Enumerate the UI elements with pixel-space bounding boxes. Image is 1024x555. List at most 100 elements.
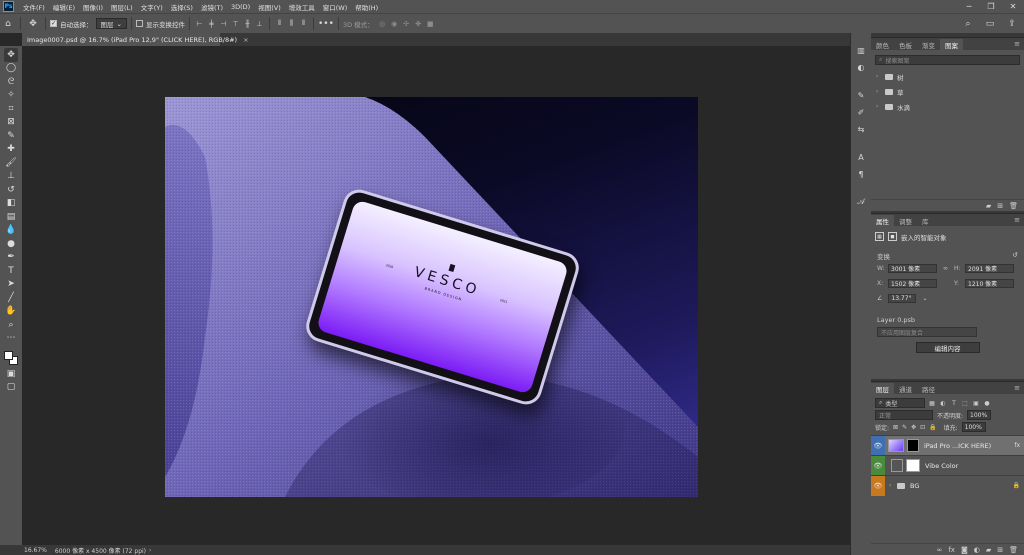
tab-layers[interactable]: 图层: [871, 383, 894, 394]
fill-input[interactable]: 100%: [961, 422, 986, 432]
lock-image-icon[interactable]: ✎: [902, 424, 907, 431]
new-layer-icon[interactable]: ⊞: [997, 546, 1003, 554]
tab-gradients[interactable]: 渐变: [917, 39, 940, 50]
panel-menu-icon[interactable]: ≡: [1014, 39, 1024, 50]
menu-filter[interactable]: 滤镜(T): [197, 2, 227, 12]
document-canvas[interactable]: 2020 VESCO 2021 BRAND DESIGN: [165, 97, 698, 497]
eye-icon[interactable]: 👁: [871, 455, 885, 476]
chevron-down-icon[interactable]: ⌄: [922, 295, 927, 302]
align-bottom-icon[interactable]: ⊥: [254, 18, 265, 29]
menu-layer[interactable]: 图层(L): [107, 2, 137, 12]
panel-menu-icon[interactable]: ≡: [1014, 215, 1024, 226]
color-swatches[interactable]: [2, 349, 20, 367]
workspace-icon[interactable]: ▭: [982, 16, 998, 32]
edit-contents-button[interactable]: 编辑内容: [915, 342, 980, 353]
pattern-folder-grass[interactable]: › 草: [871, 84, 1024, 99]
fx-badge[interactable]: fx: [1014, 442, 1020, 449]
layer-comp-select[interactable]: 不应用图层复合: [877, 327, 977, 337]
magic-wand-tool-icon[interactable]: ✧: [4, 89, 18, 103]
pattern-search-input[interactable]: ⌕ 搜索图案: [875, 55, 1020, 65]
menu-help[interactable]: 帮助(H): [351, 2, 382, 12]
status-menu-icon[interactable]: ›: [149, 547, 151, 554]
brush-settings-icon[interactable]: ✎: [854, 88, 868, 102]
document-tab[interactable]: Image0007.psd @ 16.7% (iPad Pro 12,9" (C…: [22, 33, 249, 46]
auto-select-dropdown[interactable]: 图层 ⌄: [95, 18, 127, 29]
align-right-icon[interactable]: ⊣: [218, 18, 229, 29]
tab-libraries[interactable]: 库: [917, 215, 934, 226]
blur-tool-icon[interactable]: 💧: [4, 224, 18, 238]
eraser-tool-icon[interactable]: ◧: [4, 197, 18, 211]
dodge-tool-icon[interactable]: ●: [4, 237, 18, 251]
character-panel-icon[interactable]: A: [854, 150, 868, 164]
menu-image[interactable]: 图像(I): [79, 2, 107, 12]
tab-adjustments[interactable]: 调整: [894, 215, 917, 226]
new-group-icon[interactable]: ▰: [986, 202, 991, 210]
close-icon[interactable]: ×: [243, 36, 248, 44]
link-icon[interactable]: ∞: [943, 265, 948, 272]
align-left-icon[interactable]: ⊢: [194, 18, 205, 29]
maximize-button[interactable]: ❐: [980, 0, 1002, 13]
menu-view[interactable]: 视图(V): [254, 2, 285, 12]
layer-row-vibe-color[interactable]: 👁 Vibe Color: [871, 455, 1024, 476]
filter-toggle-icon[interactable]: ●: [983, 399, 991, 407]
close-button[interactable]: ✕: [1002, 0, 1024, 13]
filter-smart-icon[interactable]: ▣: [972, 399, 980, 407]
pattern-folder-trees[interactable]: › 树: [871, 69, 1024, 84]
history-panel-icon[interactable]: ▥: [854, 43, 868, 57]
width-input[interactable]: 3001 像素: [888, 264, 937, 273]
filter-adjustment-icon[interactable]: ◐: [939, 399, 947, 407]
3d-pan-icon[interactable]: ✣: [401, 18, 412, 29]
clone-source-icon[interactable]: ⇆: [854, 122, 868, 136]
zoom-tool-icon[interactable]: ⌕: [4, 318, 18, 332]
3d-roll-icon[interactable]: ◉: [389, 18, 400, 29]
menu-file[interactable]: 文件(F): [19, 2, 49, 12]
new-adjustment-icon[interactable]: ◐: [974, 546, 980, 554]
distribute-right-icon[interactable]: ⫴: [298, 18, 309, 29]
tab-channels[interactable]: 通道: [894, 383, 917, 394]
history-brush-tool-icon[interactable]: ↺: [4, 183, 18, 197]
add-mask-icon[interactable]: ◙: [961, 546, 968, 554]
type-tool-icon[interactable]: T: [4, 264, 18, 278]
line-tool-icon[interactable]: ╱: [4, 291, 18, 305]
tab-patterns[interactable]: 图案: [940, 39, 963, 50]
menu-window[interactable]: 窗口(W): [319, 2, 352, 12]
show-transform-checkbox[interactable]: [135, 20, 143, 27]
more-options-icon[interactable]: •••: [318, 16, 334, 32]
panel-menu-icon[interactable]: ≡: [1014, 383, 1024, 394]
filter-type-icon[interactable]: T: [950, 399, 958, 407]
move-tool-preset-icon[interactable]: ✥: [25, 16, 41, 32]
blend-mode-select[interactable]: 正常: [875, 410, 933, 420]
gradient-tool-icon[interactable]: ▤: [4, 210, 18, 224]
pattern-folder-water[interactable]: › 水滴: [871, 99, 1024, 114]
reset-transform-icon[interactable]: ↺: [1013, 251, 1018, 261]
distribute-center-icon[interactable]: ⫼: [286, 18, 297, 29]
new-pattern-icon[interactable]: ⊞: [997, 202, 1003, 210]
menu-edit[interactable]: 编辑(E): [49, 2, 79, 12]
brushes-panel-icon[interactable]: ✐: [854, 105, 868, 119]
clone-stamp-tool-icon[interactable]: ⊥: [4, 170, 18, 184]
home-icon[interactable]: ⌂: [0, 16, 16, 32]
3d-orbit-icon[interactable]: ◎: [377, 18, 388, 29]
tab-properties[interactable]: 属性: [871, 215, 894, 226]
healing-brush-tool-icon[interactable]: ✚: [4, 143, 18, 157]
distribute-left-icon[interactable]: ⫴: [274, 18, 285, 29]
height-input[interactable]: 2091 像素: [965, 264, 1014, 273]
lock-artboard-icon[interactable]: ⊡: [920, 424, 925, 431]
lock-all-icon[interactable]: 🔒: [929, 424, 936, 431]
layer-filter-select[interactable]: ⌕ 类型: [875, 398, 925, 408]
hand-tool-icon[interactable]: ✋: [4, 305, 18, 319]
trash-icon[interactable]: 🗑: [1009, 202, 1018, 210]
eyedropper-tool-icon[interactable]: ✎: [4, 129, 18, 143]
add-style-icon[interactable]: fx: [948, 546, 955, 554]
quick-mask-icon[interactable]: ▣: [4, 367, 18, 381]
frame-tool-icon[interactable]: ⊠: [4, 116, 18, 130]
eye-icon[interactable]: 👁: [871, 475, 885, 496]
new-group-icon[interactable]: ▰: [986, 546, 991, 554]
brush-tool-icon[interactable]: 🖌: [4, 156, 18, 170]
menu-plugins[interactable]: 增效工具: [285, 2, 319, 12]
paragraph-panel-icon[interactable]: ¶: [854, 167, 868, 181]
menu-select[interactable]: 选择(S): [167, 2, 197, 12]
marquee-tool-icon[interactable]: ◯: [4, 62, 18, 76]
minimize-button[interactable]: ─: [958, 0, 980, 13]
chevron-right-icon[interactable]: ›: [889, 482, 894, 489]
